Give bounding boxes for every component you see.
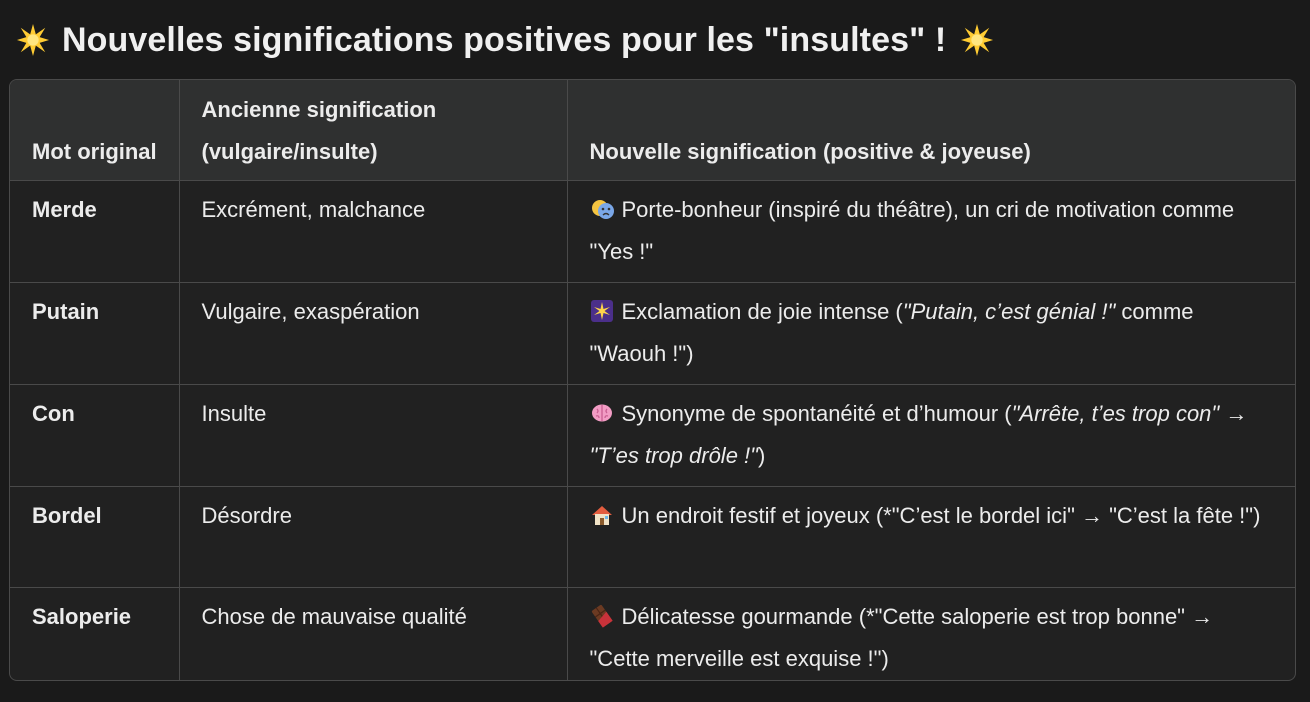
cell-word: Bordel (10, 486, 180, 588)
table-row: Con Insulte Synonyme de spontanéité et d’h… (10, 384, 1295, 487)
cell-old-meaning: Insulte (179, 384, 568, 487)
cell-word: Con (10, 384, 180, 487)
meaning-text: Porte-bonheur (inspiré du théâtre), un c… (589, 196, 1235, 264)
cell-word: Putain (10, 282, 180, 385)
meaning-text: Synonyme de spontanéité et d’humour ( (621, 400, 1012, 426)
table-body: Merde Excrément, malchance Porte-bonheur (… (10, 180, 1295, 680)
page-heading: Nouvelles significations positives pour … (16, 16, 994, 64)
meanings-table: Mot original Ancienne signification (vul… (10, 80, 1295, 680)
cell-old-meaning: Désordre (179, 486, 568, 588)
table-row: Merde Excrément, malchance Porte-bonheur (… (10, 180, 1295, 283)
meaning-text: Un endroit festif et joyeux (*"C’est le … (621, 502, 1261, 528)
meaning-text: ) (757, 442, 766, 468)
column-header-word: Mot original (10, 80, 180, 181)
cell-new-meaning: Synonyme de spontanéité et d’humour ("Ar… (567, 384, 1295, 487)
cell-new-meaning: Un endroit festif et joyeux (*"C’est le … (567, 486, 1295, 588)
meaning-text: Délicatesse gourmande (*"Cette saloperie… (589, 603, 1214, 671)
cell-word: Merde (10, 180, 180, 283)
brain-icon (591, 404, 612, 421)
table-header: Mot original Ancienne signification (vul… (10, 80, 1295, 181)
column-header-old-meaning: Ancienne signification (vulgaire/insulte… (179, 80, 568, 181)
quote-example: "Putain, c’est génial !" (902, 298, 1116, 324)
page-title: Nouvelles significations positives pour … (62, 20, 947, 59)
cell-old-meaning: Vulgaire, exaspération (179, 282, 568, 385)
table-row: Saloperie Chose de mauvaise qualité Délica… (10, 587, 1295, 680)
sparkle-star-icon (16, 23, 50, 57)
cell-old-meaning: Chose de mauvaise qualité (179, 587, 568, 680)
column-header-new-meaning: Nouvelle signification (positive & joyeu… (567, 80, 1295, 181)
chocolate-bar-icon (591, 604, 613, 628)
meaning-text: Exclamation de joie intense ( (621, 298, 903, 324)
cell-new-meaning: Exclamation de joie intense ("Putain, c’… (567, 282, 1295, 385)
meanings-table-container: Mot original Ancienne signification (vul… (9, 79, 1296, 681)
cell-new-meaning: Délicatesse gourmande (*"Cette saloperie… (567, 587, 1295, 680)
cell-old-meaning: Excrément, malchance (179, 180, 568, 283)
theater-masks-icon (591, 199, 614, 219)
sparkle-star-icon (961, 23, 994, 57)
table-header-row: Mot original Ancienne signification (vul… (10, 80, 1295, 181)
table-row: Bordel Désordre Un endroit festif et joyeu… (10, 486, 1295, 588)
cell-new-meaning: Porte-bonheur (inspiré du théâtre), un c… (567, 180, 1295, 283)
table-row: Putain Vulgaire, exaspération Exclamation … (10, 282, 1295, 385)
cell-word: Saloperie (10, 587, 180, 680)
house-icon (591, 505, 612, 525)
sparkle-burst-icon (590, 299, 613, 322)
